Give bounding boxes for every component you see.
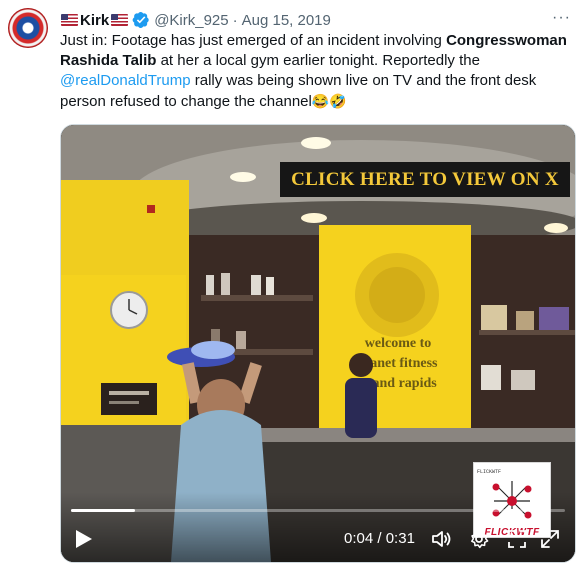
tweet-date[interactable]: Aug 15, 2019	[242, 12, 331, 29]
user-handle[interactable]: @Kirk_925	[154, 12, 228, 29]
current-time: 0:04	[344, 530, 374, 547]
more-options-icon[interactable]: ···	[552, 10, 571, 26]
settings-gear-icon[interactable]	[468, 528, 490, 550]
video-progress-fill	[71, 509, 135, 512]
tears-of-joy-emoji-icon: 😂	[311, 93, 330, 109]
verified-badge-icon	[132, 11, 149, 29]
tweet-text-intro: Just in: Footage has just emerged of an …	[60, 32, 447, 49]
expand-icon[interactable]	[539, 528, 561, 550]
total-time: 0:31	[385, 530, 415, 547]
fullscreen-icon[interactable]	[506, 528, 528, 550]
time-separator: /	[377, 530, 382, 547]
tweet-text-middle: at her a local gym earlier tonight. Repo…	[156, 52, 480, 69]
video-progress-bar[interactable]	[71, 509, 565, 512]
wall-sign-line-1: welcome to	[365, 336, 431, 351]
us-flag-icon	[61, 14, 78, 26]
separator-dot: ·	[232, 11, 238, 29]
mention-link[interactable]: @realDonaldTrump	[60, 72, 191, 89]
tweet-header: Kirk @Kirk_925 · Aug 15, 2019	[60, 10, 331, 30]
view-on-x-banner[interactable]: CLICK HERE TO VIEW ON X	[280, 162, 570, 197]
us-flag-icon	[111, 14, 129, 26]
volume-icon[interactable]	[430, 528, 452, 550]
display-name[interactable]: Kirk	[80, 12, 109, 29]
flickwtf-watermark-logo: FLICKWTF FLICKWTF	[473, 462, 551, 538]
view-on-x-label: CLICK HERE TO VIEW ON X	[291, 168, 559, 190]
video-time-readout: 0:04 / 0:31	[344, 529, 415, 549]
tweet-text: Just in: Footage has just emerged of an …	[60, 31, 575, 112]
avatar[interactable]	[8, 8, 48, 48]
rolling-laughing-emoji-icon: 🤣	[329, 93, 347, 109]
video-player[interactable]: welcome to planet fitness grand rapids C…	[60, 124, 576, 563]
watermark-top-text: FLICKWTF	[477, 469, 502, 475]
play-icon[interactable]	[75, 529, 93, 549]
